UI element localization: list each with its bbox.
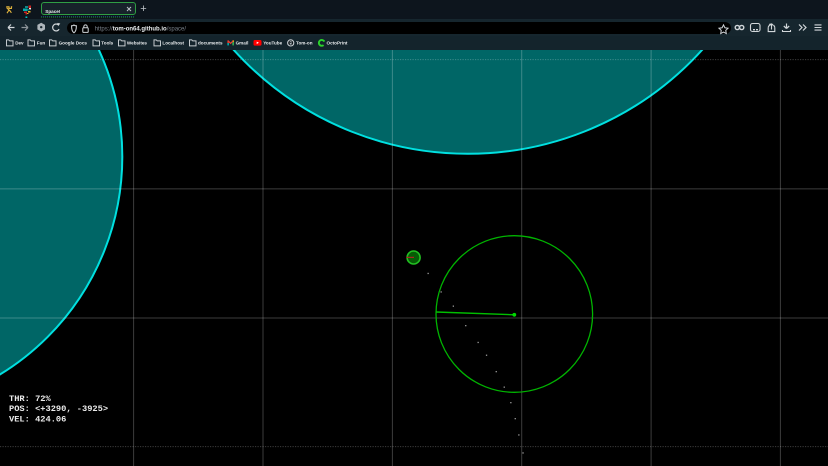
svg-text:Google Docs: Google Docs — [59, 40, 88, 45]
svg-text:THR: 72%: THR: 72% — [9, 394, 51, 404]
svg-text:Tools: Tools — [101, 40, 113, 45]
svg-text:https://tom-on64.github.io/spa: https://tom-on64.github.io/space/ — [95, 26, 187, 32]
svg-text:Tom-on: Tom-on — [296, 40, 313, 45]
svg-text:Localhost: Localhost — [162, 40, 184, 45]
svg-text:OctoPrint: OctoPrint — [327, 40, 348, 45]
svg-text:documents: documents — [198, 40, 223, 45]
svg-text:Websites: Websites — [127, 40, 148, 45]
svg-text:Dev: Dev — [15, 40, 24, 45]
svg-text:POS: <+3290, -3925>: POS: <+3290, -3925> — [9, 404, 108, 414]
svg-text:Fun: Fun — [37, 40, 46, 45]
svg-text:Space!: Space! — [45, 8, 61, 13]
svg-text:YouTube: YouTube — [263, 40, 282, 45]
svg-text:VEL: 424.06: VEL: 424.06 — [9, 415, 66, 425]
svg-text:Gmail: Gmail — [236, 40, 249, 45]
